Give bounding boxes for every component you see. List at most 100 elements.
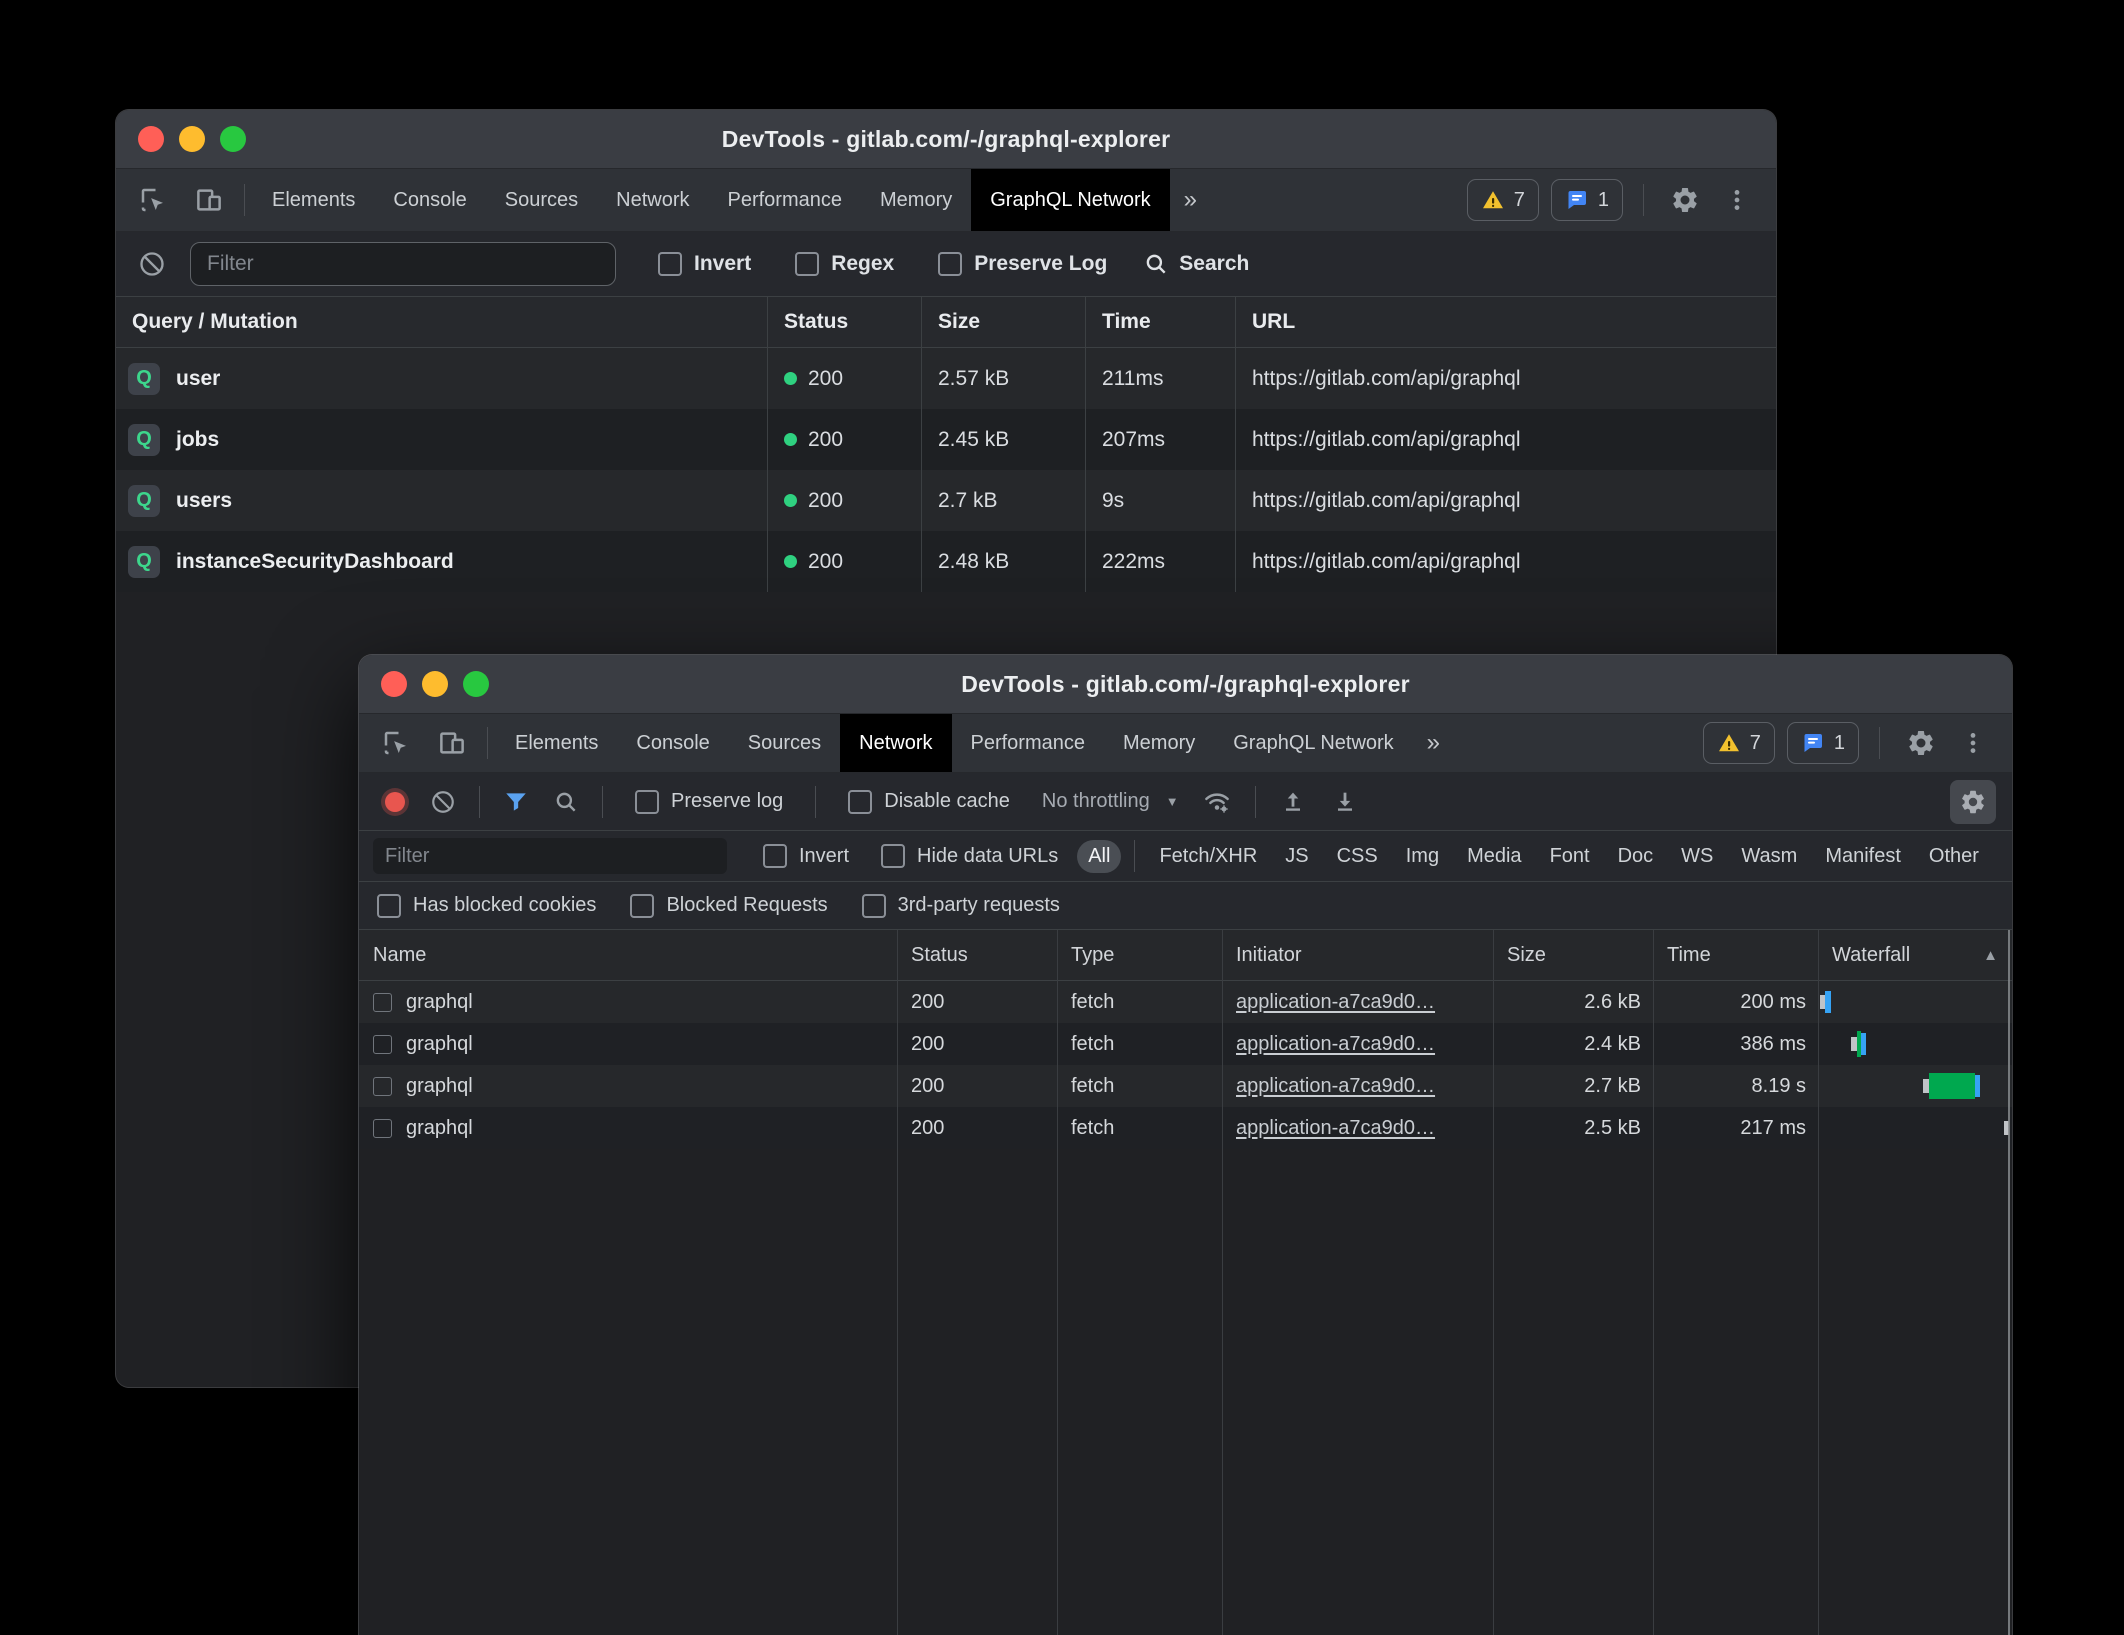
network-conditions-button[interactable] bbox=[1193, 787, 1241, 817]
clear-button[interactable] bbox=[421, 789, 465, 815]
invert-checkbox[interactable] bbox=[658, 252, 682, 276]
initiator-link[interactable]: application-a7ca9d0… bbox=[1236, 1033, 1435, 1056]
request-row[interactable]: QinstanceSecurityDashboard 200 2.48 kB 2… bbox=[116, 531, 1776, 592]
zoom-button[interactable] bbox=[463, 671, 489, 697]
tab-graphql-network[interactable]: GraphQL Network bbox=[1214, 714, 1412, 772]
tab-memory[interactable]: Memory bbox=[1104, 714, 1214, 772]
network-filter-input[interactable] bbox=[373, 838, 727, 874]
device-toolbar-button[interactable] bbox=[188, 185, 230, 215]
filter-chip-media[interactable]: Media bbox=[1456, 840, 1532, 873]
blocked-requests-option[interactable]: Blocked Requests bbox=[630, 894, 827, 918]
filter-chip-manifest[interactable]: Manifest bbox=[1814, 840, 1912, 873]
menu-button[interactable] bbox=[1718, 187, 1756, 213]
filter-chip-js[interactable]: JS bbox=[1274, 840, 1319, 873]
clear-button[interactable] bbox=[132, 250, 172, 278]
filter-chip-font[interactable]: Font bbox=[1539, 840, 1601, 873]
filter-input[interactable] bbox=[190, 242, 616, 286]
request-row[interactable]: graphql 200 fetch application-a7ca9d0… 2… bbox=[359, 1023, 2012, 1065]
filter-chip-other[interactable]: Other bbox=[1918, 840, 1990, 873]
hide-data-urls-checkbox[interactable] bbox=[881, 844, 905, 868]
tab-elements[interactable]: Elements bbox=[253, 169, 374, 231]
inspect-element-button[interactable] bbox=[132, 185, 174, 215]
device-toolbar-button[interactable] bbox=[431, 728, 473, 758]
tab-graphql-network[interactable]: GraphQL Network bbox=[971, 169, 1169, 231]
blocked-requests-checkbox[interactable] bbox=[630, 894, 654, 918]
tab-elements[interactable]: Elements bbox=[496, 714, 617, 772]
invert-option[interactable]: Invert bbox=[658, 252, 751, 276]
tab-performance[interactable]: Performance bbox=[709, 169, 862, 231]
title-bar[interactable]: DevTools - gitlab.com/-/graphql-explorer bbox=[116, 110, 1776, 169]
inspect-element-button[interactable] bbox=[375, 728, 417, 758]
request-row[interactable]: Qusers 200 2.7 kB 9s https://gitlab.com/… bbox=[116, 470, 1776, 531]
preserve-log-checkbox[interactable] bbox=[938, 252, 962, 276]
initiator-link[interactable]: application-a7ca9d0… bbox=[1236, 991, 1435, 1014]
search-toggle[interactable]: Search bbox=[1143, 251, 1249, 277]
network-settings-button[interactable] bbox=[1950, 780, 1996, 824]
tab-network[interactable]: Network bbox=[597, 169, 708, 231]
tab-sources[interactable]: Sources bbox=[729, 714, 840, 772]
more-tabs-button[interactable]: » bbox=[1413, 714, 1454, 772]
settings-button[interactable] bbox=[1900, 728, 1942, 758]
column-header-time[interactable]: Time bbox=[1653, 930, 1818, 980]
row-checkbox[interactable] bbox=[373, 1119, 392, 1138]
has-blocked-cookies-checkbox[interactable] bbox=[377, 894, 401, 918]
column-header-initiator[interactable]: Initiator bbox=[1222, 930, 1493, 980]
request-row[interactable]: graphql 200 fetch application-a7ca9d0… 2… bbox=[359, 981, 2012, 1023]
settings-button[interactable] bbox=[1664, 185, 1706, 215]
filter-chip-doc[interactable]: Doc bbox=[1607, 840, 1665, 873]
warnings-badge[interactable]: 7 bbox=[1467, 179, 1539, 221]
preserve-log-option[interactable]: Preserve log bbox=[635, 790, 783, 814]
filter-chip-wasm[interactable]: Wasm bbox=[1730, 840, 1808, 873]
messages-badge[interactable]: 1 bbox=[1787, 722, 1859, 764]
scrollbar[interactable] bbox=[2008, 930, 2010, 1635]
regex-checkbox[interactable] bbox=[795, 252, 819, 276]
minimize-button[interactable] bbox=[179, 126, 205, 152]
more-tabs-button[interactable]: » bbox=[1170, 169, 1211, 231]
column-header-type[interactable]: Type bbox=[1057, 930, 1222, 980]
filter-chip-ws[interactable]: WS bbox=[1670, 840, 1724, 873]
filter-chip-img[interactable]: Img bbox=[1395, 840, 1450, 873]
filter-toggle-button[interactable] bbox=[494, 789, 538, 815]
disable-cache-checkbox[interactable] bbox=[848, 790, 872, 814]
invert-checkbox[interactable] bbox=[763, 844, 787, 868]
messages-badge[interactable]: 1 bbox=[1551, 179, 1623, 221]
row-checkbox[interactable] bbox=[373, 1077, 392, 1096]
invert-option[interactable]: Invert bbox=[763, 844, 849, 868]
export-har-button[interactable] bbox=[1322, 788, 1368, 816]
row-checkbox[interactable] bbox=[373, 993, 392, 1012]
row-checkbox[interactable] bbox=[373, 1035, 392, 1054]
disable-cache-option[interactable]: Disable cache bbox=[848, 790, 1010, 814]
request-row[interactable]: graphql 200 fetch application-a7ca9d0… 2… bbox=[359, 1065, 2012, 1107]
regex-option[interactable]: Regex bbox=[795, 252, 894, 276]
zoom-button[interactable] bbox=[220, 126, 246, 152]
preserve-log-checkbox[interactable] bbox=[635, 790, 659, 814]
title-bar[interactable]: DevTools - gitlab.com/-/graphql-explorer bbox=[359, 655, 2012, 714]
tab-network[interactable]: Network bbox=[840, 714, 951, 772]
filter-chip-css[interactable]: CSS bbox=[1326, 840, 1389, 873]
warnings-badge[interactable]: 7 bbox=[1703, 722, 1775, 764]
hide-data-urls-option[interactable]: Hide data URLs bbox=[881, 844, 1058, 868]
record-button[interactable] bbox=[385, 792, 405, 812]
initiator-link[interactable]: application-a7ca9d0… bbox=[1236, 1117, 1435, 1140]
import-har-button[interactable] bbox=[1270, 788, 1316, 816]
request-row[interactable]: graphql 200 fetch application-a7ca9d0… 2… bbox=[359, 1107, 2012, 1149]
tab-sources[interactable]: Sources bbox=[486, 169, 597, 231]
request-row[interactable]: Qjobs 200 2.45 kB 207ms https://gitlab.c… bbox=[116, 409, 1776, 470]
tab-performance[interactable]: Performance bbox=[952, 714, 1105, 772]
column-header-status[interactable]: Status bbox=[897, 930, 1057, 980]
search-panel-button[interactable] bbox=[544, 789, 588, 815]
request-row[interactable]: Quser 200 2.57 kB 211ms https://gitlab.c… bbox=[116, 348, 1776, 409]
filter-chip-fetch-xhr[interactable]: Fetch/XHR bbox=[1148, 840, 1268, 873]
tab-console[interactable]: Console bbox=[374, 169, 485, 231]
column-header-size[interactable]: Size bbox=[1493, 930, 1653, 980]
column-header-name[interactable]: Name bbox=[359, 930, 897, 980]
close-button[interactable] bbox=[381, 671, 407, 697]
preserve-log-option[interactable]: Preserve Log bbox=[938, 252, 1107, 276]
menu-button[interactable] bbox=[1954, 730, 1992, 756]
third-party-requests-checkbox[interactable] bbox=[862, 894, 886, 918]
filter-chip-all[interactable]: All bbox=[1077, 840, 1121, 873]
throttling-select[interactable]: No throttling ▼ bbox=[1042, 790, 1179, 813]
column-header-waterfall[interactable]: Waterfall▲ bbox=[1818, 930, 2012, 980]
minimize-button[interactable] bbox=[422, 671, 448, 697]
third-party-requests-option[interactable]: 3rd-party requests bbox=[862, 894, 1060, 918]
